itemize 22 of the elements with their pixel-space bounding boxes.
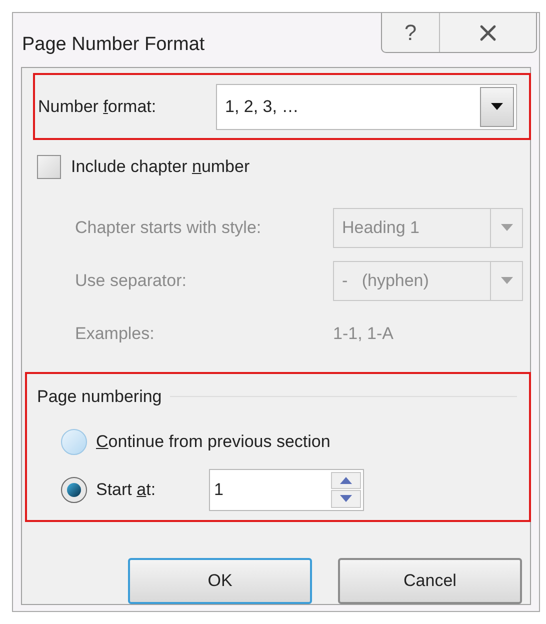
spin-up-icon[interactable] bbox=[331, 472, 361, 489]
checkbox[interactable] bbox=[37, 154, 61, 178]
field-label: Use separator: bbox=[75, 270, 188, 292]
caret-icon bbox=[500, 276, 512, 284]
start-at-spinbox[interactable]: 1 bbox=[209, 468, 364, 510]
caret-icon bbox=[500, 224, 512, 232]
caret-icon bbox=[491, 102, 503, 110]
group-title: Page numbering bbox=[37, 386, 162, 408]
radio-button[interactable] bbox=[61, 476, 87, 502]
radio-label: Start at: bbox=[96, 478, 157, 501]
dialog-button[interactable]: OK bbox=[128, 558, 312, 604]
radio-label: Continue from previous section bbox=[96, 430, 330, 453]
field-label: Chapter starts with style: bbox=[75, 216, 262, 239]
checkbox-label: Include chapter number bbox=[71, 156, 250, 178]
field-label: Examples: bbox=[75, 322, 156, 345]
dialog-button[interactable]: Cancel bbox=[338, 558, 522, 604]
radio-button[interactable] bbox=[61, 428, 87, 454]
format-dropdown[interactable]: 1, 2, 3, … bbox=[216, 84, 517, 130]
examples-text: 1-1, 1-A bbox=[333, 322, 394, 345]
window-title: Page Number Format bbox=[22, 33, 206, 57]
spin-down-icon[interactable] bbox=[331, 490, 361, 508]
field-label: Number format: bbox=[38, 96, 158, 118]
